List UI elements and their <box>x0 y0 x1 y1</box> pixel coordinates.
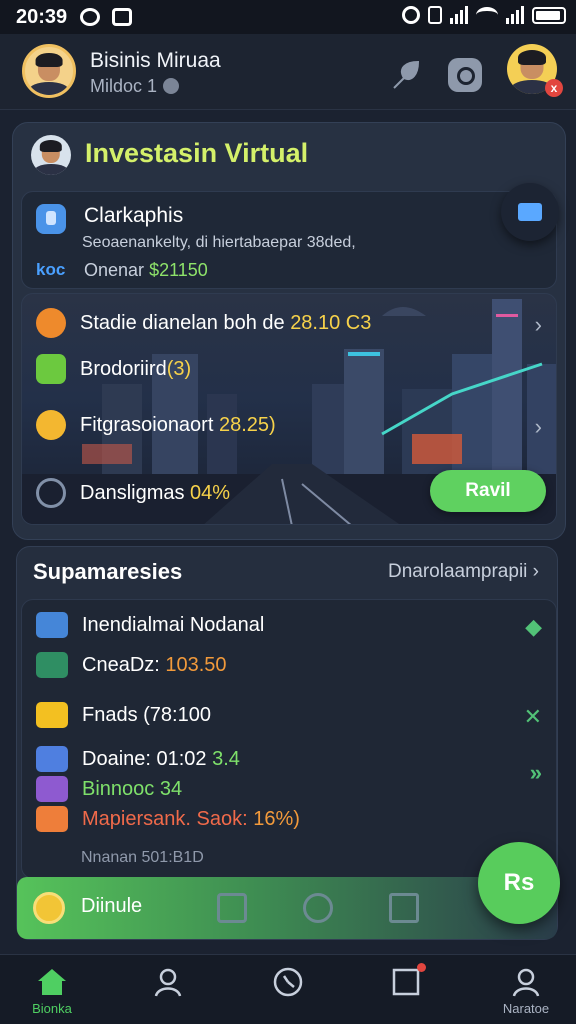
archive-icon[interactable] <box>217 893 247 923</box>
portfolio-tag: koc <box>36 260 66 279</box>
list-item-text: Mapiersank. Saok: 16%) <box>82 807 300 830</box>
list-item[interactable]: Mapiersank. Saok: 16%) <box>36 806 300 832</box>
wallet-icon <box>36 776 68 802</box>
action-bar-label: Diinule <box>81 895 143 917</box>
investment-title: Investasin Virtual <box>85 138 309 168</box>
list-item-text: CneaDz: 103.50 <box>82 653 227 676</box>
amount-value: $21150 <box>149 260 208 280</box>
profile-subtitle: Mildoc 1 <box>90 76 180 97</box>
chevron-right-icon: › <box>532 561 539 582</box>
nav-home-label: Bionka <box>32 1001 72 1016</box>
summary-link[interactable]: Dnarolaamprapii › <box>388 561 539 583</box>
floating-action-button[interactable]: Rs <box>478 842 560 924</box>
refresh-icon[interactable] <box>303 893 333 923</box>
stat-row-1-text: Stadie dianelan boh de 28.10 C3 <box>80 311 372 334</box>
list-item[interactable]: Fnads (78:100 <box>36 702 211 728</box>
profile-subtitle-text: Mildoc 1 <box>90 76 158 96</box>
leaf-icon[interactable] <box>388 58 422 92</box>
stat-row-3-text: Fitgrasoionaort 28.25) <box>80 413 276 436</box>
info-icon[interactable] <box>163 78 180 94</box>
portfolio-card[interactable]: Clarkaphis Seoaenankelty, di hiertabaepa… <box>21 191 557 289</box>
status-time: 20:39 <box>16 6 68 28</box>
mail-button[interactable] <box>501 183 559 241</box>
stat-row-1[interactable]: Stadie dianelan boh de 28.10 C3 <box>36 308 371 338</box>
nav-notifications[interactable] <box>366 963 446 1019</box>
close-icon[interactable]: ✕ <box>524 704 542 730</box>
calendar-icon <box>36 612 68 638</box>
investor-avatar <box>31 135 71 175</box>
stat-row-3[interactable]: Fitgrasoionaort 28.25) <box>36 410 276 440</box>
portfolio-title: Clarkaphis <box>84 204 184 227</box>
notification-dot <box>417 963 426 972</box>
stat-row-4-text: Dansligmas 04% <box>80 481 231 504</box>
trend-icon <box>36 746 68 772</box>
summary-link-text: Dnarolaamprapii <box>387 561 528 582</box>
portfolio-description: Seoaenankelty, di hiertabaepar 38ded, <box>82 234 356 251</box>
battery-icon <box>532 6 566 24</box>
wifi-icon <box>476 7 498 23</box>
user-icon <box>152 967 184 997</box>
chevron-right-icon[interactable]: › <box>535 312 542 338</box>
summary-title: Supamaresies <box>33 559 183 584</box>
square-icon <box>390 963 426 997</box>
check-icon <box>36 308 66 338</box>
mail-icon <box>36 806 68 832</box>
nav-account[interactable]: Naratoe <box>486 967 566 1019</box>
app-header: Bisinis Miruaa Mildoc 1 x <box>0 34 576 110</box>
investment-card: Investasin Virtual Clarkaphis Seoaenanke… <box>12 122 566 540</box>
list-item[interactable]: CneaDz: 103.50 <box>36 652 227 678</box>
alarm-icon <box>402 6 420 24</box>
home-icon <box>36 967 68 997</box>
nav-account-label: Naratoe <box>502 1001 550 1016</box>
board-icon <box>36 354 66 384</box>
status-bar: 20:39 <box>0 0 576 34</box>
clock-icon <box>272 967 304 997</box>
portfolio-amount: Onenar $21150 <box>84 260 208 281</box>
app-notification-icon <box>112 8 132 26</box>
spinner-icon <box>36 478 66 508</box>
coin-icon <box>33 892 65 924</box>
list-item-text: Binnooc 34 <box>82 777 183 800</box>
nav-home[interactable]: Bionka <box>12 967 92 1019</box>
trash-icon[interactable] <box>389 893 419 923</box>
profile-avatar[interactable] <box>22 44 76 98</box>
reval-button[interactable]: Ravil <box>430 470 546 512</box>
check-icon <box>36 702 68 728</box>
vibrate-icon <box>428 6 442 24</box>
notification-badge[interactable]: x <box>545 79 563 97</box>
account-icon <box>510 967 542 997</box>
nav-clock[interactable] <box>248 967 328 1019</box>
action-bar[interactable]: Diinule <box>17 877 557 939</box>
tag-icon[interactable]: ◆ <box>525 614 542 640</box>
ring-icon <box>80 8 100 26</box>
signal-icon-2 <box>506 6 524 24</box>
city-panel: Stadie dianelan boh de 28.10 C3 › Brodor… <box>21 293 557 525</box>
double-chevron-icon[interactable]: » <box>530 760 542 786</box>
summary-panel: Supamaresies Dnarolaamprapii › Inendialm… <box>16 546 558 940</box>
stat-row-2-text: Brodoriird(3) <box>80 357 192 380</box>
nav-profile[interactable] <box>128 967 208 1019</box>
stat-row-2[interactable]: Brodoriird(3) <box>36 354 191 384</box>
summary-list: Inendialmai Nodanal ◆ CneaDz: 103.50 Fna… <box>21 599 557 879</box>
document-icon <box>36 204 66 234</box>
stat-row-4[interactable]: Dansligmas 04% <box>36 478 230 508</box>
list-item[interactable]: Binnooc 34 <box>36 776 182 802</box>
signal-icon <box>450 6 468 24</box>
bottom-navigation: Bionka Naratoe <box>0 954 576 1024</box>
profile-name: Bisinis Miruaa <box>90 49 221 72</box>
amount-label: Onenar <box>84 260 145 280</box>
summary-footer: Nnanan 501:B1D <box>81 849 204 866</box>
camera-icon[interactable] <box>448 58 482 92</box>
chevron-right-icon[interactable]: › <box>535 414 542 440</box>
list-item-text: Doaine: 01:02 3.4 <box>82 747 240 770</box>
list-item[interactable]: Doaine: 01:02 3.4 <box>36 746 240 772</box>
list-item[interactable]: Inendialmai Nodanal <box>36 612 264 638</box>
check-icon <box>36 410 66 440</box>
list-item-text: Fnads (78:100 <box>82 703 211 726</box>
list-item-text: Inendialmai Nodanal <box>82 613 265 636</box>
cash-icon <box>36 652 68 678</box>
